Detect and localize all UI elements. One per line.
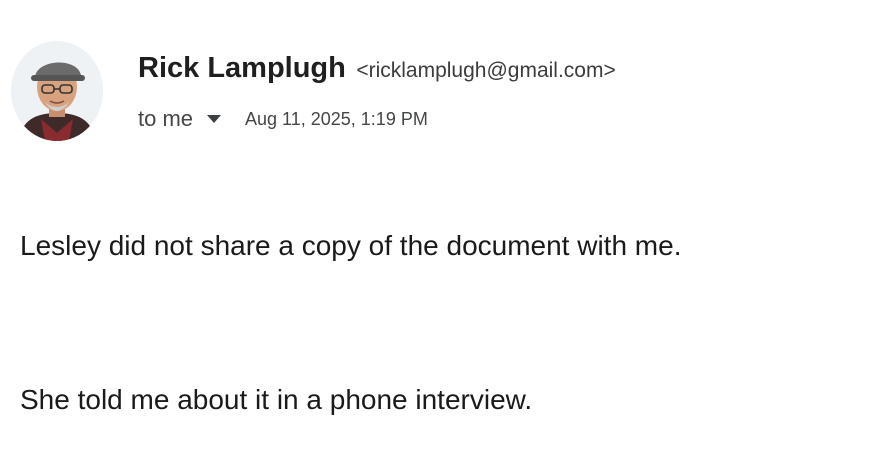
sender-email: <ricklamplugh@gmail.com> — [356, 59, 616, 82]
recipient-details-toggle[interactable] — [201, 106, 227, 132]
sender-line: Rick Lamplugh <ricklamplugh@gmail.com> — [138, 48, 616, 93]
timestamp: Aug 11, 2025, 1:19 PM — [245, 109, 428, 129]
email-body: Lesley did not share a copy of the docum… — [20, 220, 870, 426]
body-line: She told me about it in a phone intervie… — [20, 384, 533, 415]
email-header: Rick Lamplugh <ricklamplugh@gmail.com> t… — [0, 0, 875, 160]
body-line: Lesley did not share a copy of the docum… — [20, 230, 682, 261]
caret-down-icon — [207, 115, 222, 123]
sender-name[interactable]: Rick Lamplugh — [138, 52, 346, 84]
sender-avatar[interactable] — [11, 41, 103, 141]
recipient-label[interactable]: to me — [138, 101, 193, 137]
person-avatar-icon — [11, 41, 103, 141]
meta-line: to me Aug 11, 2025, 1:19 PM — [138, 101, 428, 137]
